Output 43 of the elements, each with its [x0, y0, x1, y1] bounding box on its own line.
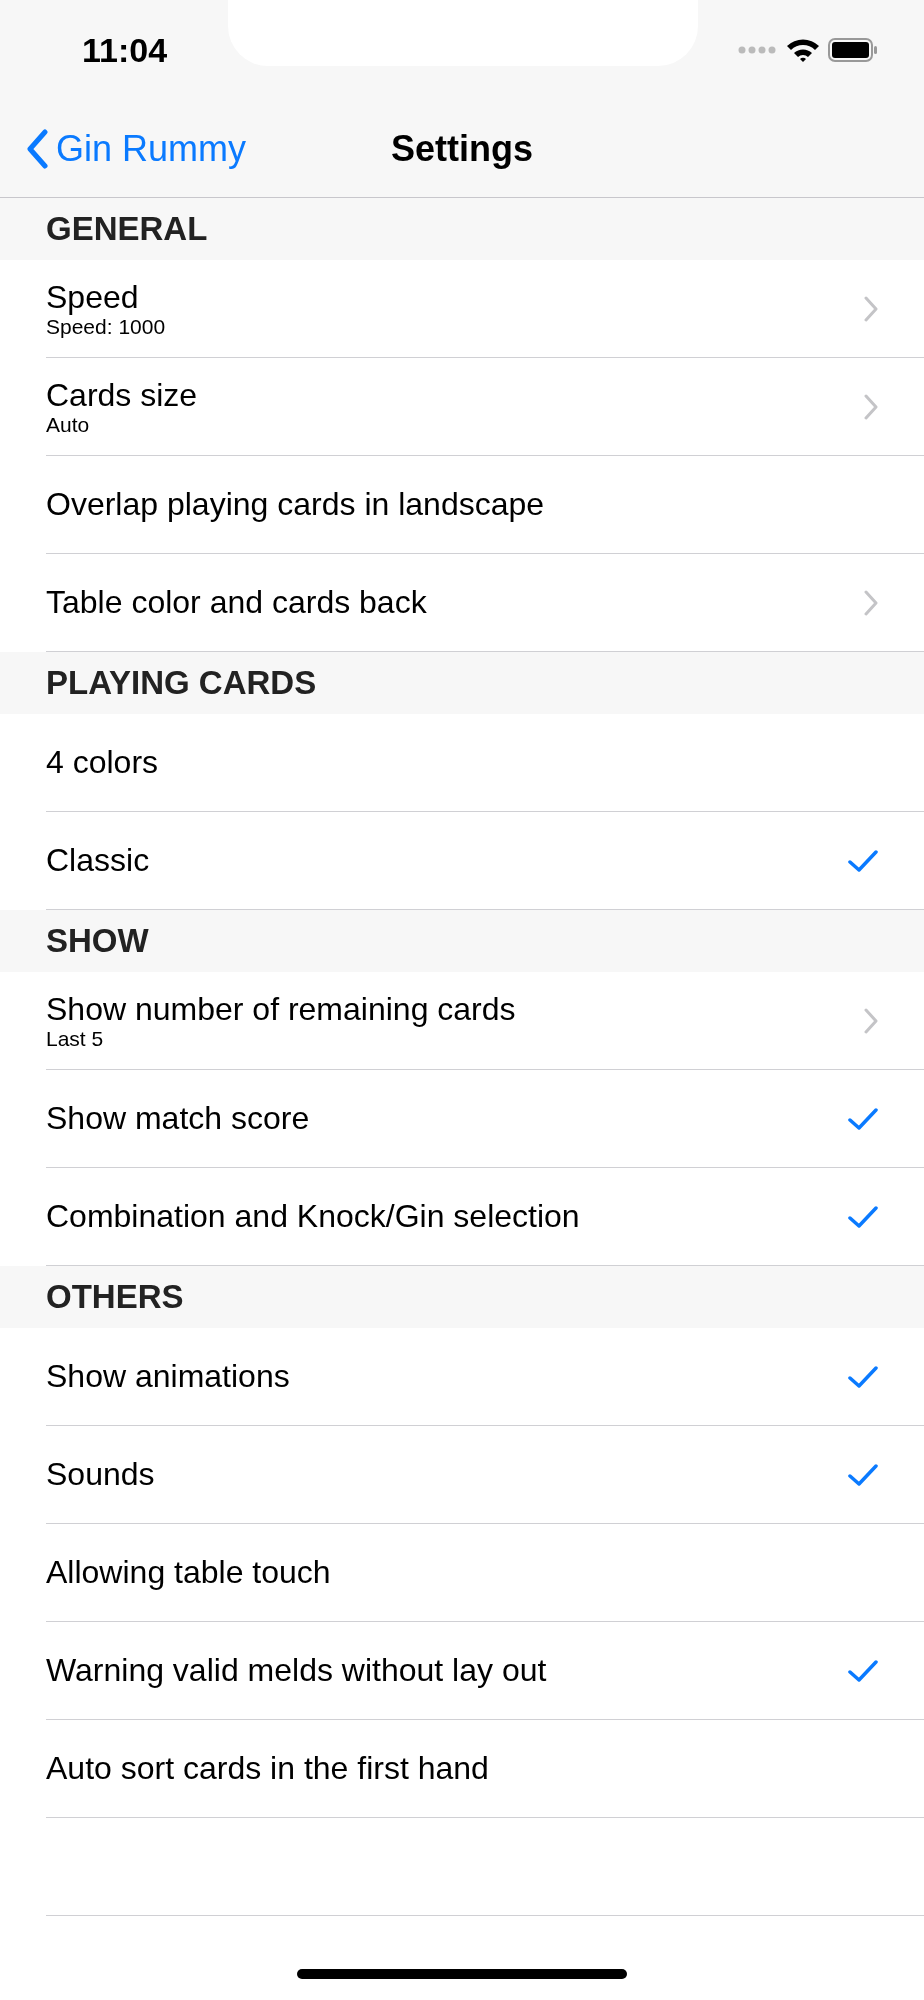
status-time: 11:04: [82, 29, 168, 71]
row-title: Speed: [46, 278, 140, 316]
row-title: Combination and Knock/Gin selection: [46, 1198, 580, 1235]
settings-row[interactable]: Show number of remaining cards Last 5: [46, 972, 924, 1070]
settings-row[interactable]: Speed Speed: 1000: [46, 260, 924, 358]
row-title: Classic: [46, 842, 150, 879]
settings-row[interactable]: Allowing table touch: [46, 1524, 924, 1622]
settings-row[interactable]: Show match score: [46, 1070, 924, 1168]
row-subtitle: Auto: [46, 413, 91, 437]
back-button[interactable]: Gin Rummy: [0, 122, 247, 176]
settings-row[interactable]: Warning valid melds without lay out: [46, 1622, 924, 1720]
row-title: Warning valid melds without lay out: [46, 1652, 547, 1689]
back-chevron-icon: [26, 129, 48, 169]
section-header: OTHERS: [46, 1277, 184, 1318]
chevron-icon: [864, 589, 878, 616]
section-header: PLAYING CARDS: [46, 663, 317, 704]
settings-row[interactable]: Auto sort cards in the first hand: [46, 1720, 924, 1818]
row-title: Show match score: [46, 1100, 310, 1137]
chevron-icon: [864, 393, 878, 420]
row-title: Overlap playing cards in landscape: [46, 486, 545, 523]
battery-icon: [828, 38, 878, 62]
section-header: SHOW: [46, 921, 149, 962]
section-header: GENERAL: [46, 209, 208, 250]
settings-row[interactable]: Cards size Auto: [46, 358, 924, 456]
chevron-icon: [864, 295, 878, 322]
settings-row[interactable]: 4 colors: [46, 714, 924, 812]
row-title: Show animations: [46, 1358, 290, 1395]
row-title: Auto sort cards in the first hand: [46, 1750, 489, 1787]
row-title: Sounds: [46, 1456, 155, 1493]
row-subtitle: Speed: 1000: [46, 315, 166, 339]
row-title: Cards size: [46, 376, 198, 414]
chevron-icon: [864, 1007, 878, 1034]
nav-title: Settings: [391, 127, 533, 171]
row-title: 4 colors: [46, 744, 159, 781]
row-title: Table color and cards back: [46, 584, 427, 621]
row-title: Allowing table touch: [46, 1554, 331, 1591]
row-title: Show number of remaining cards: [46, 990, 516, 1028]
row-subtitle: Last 5: [46, 1027, 105, 1051]
wifi-icon: [786, 37, 820, 63]
settings-row[interactable]: Overlap playing cards in landscape: [46, 456, 924, 554]
signal-icon: [738, 45, 778, 55]
settings-row[interactable]: Show animations: [46, 1328, 924, 1426]
settings-row[interactable]: Sounds: [46, 1426, 924, 1524]
